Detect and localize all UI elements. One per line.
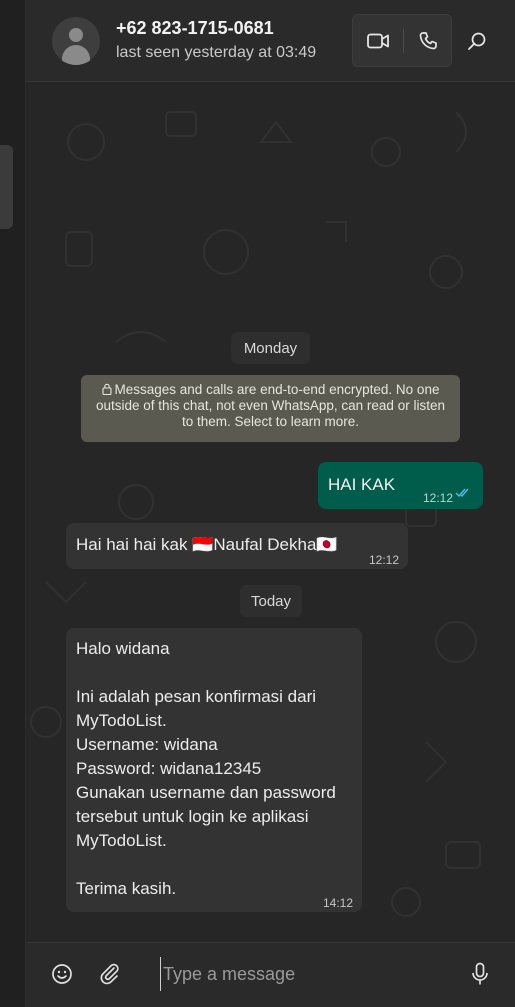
- search-button[interactable]: [462, 26, 492, 56]
- message-time: 12:12: [423, 491, 454, 505]
- outgoing-message[interactable]: HAI KAK 12:12: [318, 462, 483, 509]
- message-input[interactable]: [160, 957, 460, 991]
- message-time: 14:12: [323, 896, 354, 910]
- video-call-button[interactable]: [353, 15, 403, 66]
- video-camera-icon: [367, 33, 389, 48]
- chat-area[interactable]: Monday Messages and calls are end-to-end…: [26, 82, 515, 942]
- incoming-message[interactable]: Hai hai hai kak 🇮🇩Naufal Dekha🇯🇵 12:12: [66, 523, 408, 569]
- microphone-icon: [472, 962, 488, 985]
- lock-icon: [101, 383, 112, 395]
- incoming-message[interactable]: Halo widana Ini adalah pesan konfirmasi …: [66, 628, 362, 912]
- voice-call-button[interactable]: [403, 15, 453, 66]
- contact-name[interactable]: +62 823-1715-0681: [116, 18, 274, 39]
- message-composer: [26, 942, 515, 1007]
- contact-avatar-icon[interactable]: [52, 17, 100, 65]
- message-text: Hai hai hai kak 🇮🇩Naufal Dekha🇯🇵: [76, 535, 338, 554]
- message-text: HAI KAK: [328, 475, 396, 494]
- left-panel-strip: [0, 0, 26, 1007]
- date-separator-today: Today: [240, 585, 302, 617]
- encryption-notice-text: Messages and calls are end-to-end encryp…: [96, 382, 445, 429]
- call-button-group: [352, 14, 452, 67]
- attach-button[interactable]: [96, 960, 124, 988]
- paperclip-icon: [100, 963, 119, 985]
- last-seen-status: last seen yesterday at 03:49: [116, 44, 317, 61]
- voice-message-button[interactable]: [466, 960, 494, 988]
- chat-header[interactable]: +62 823-1715-0681 last seen yesterday at…: [26, 0, 515, 82]
- date-separator-monday: Monday: [231, 332, 310, 364]
- emoji-button[interactable]: [48, 960, 76, 988]
- emoji-icon: [52, 964, 72, 984]
- message-time: 12:12: [369, 553, 400, 567]
- encryption-notice[interactable]: Messages and calls are end-to-end encryp…: [81, 375, 460, 442]
- scrollbar-thumb[interactable]: [0, 145, 13, 229]
- message-text: Halo widana Ini adalah pesan konfirmasi …: [76, 639, 336, 898]
- search-icon: [468, 32, 486, 50]
- read-ticks-icon: [455, 488, 469, 498]
- phone-icon: [419, 31, 437, 49]
